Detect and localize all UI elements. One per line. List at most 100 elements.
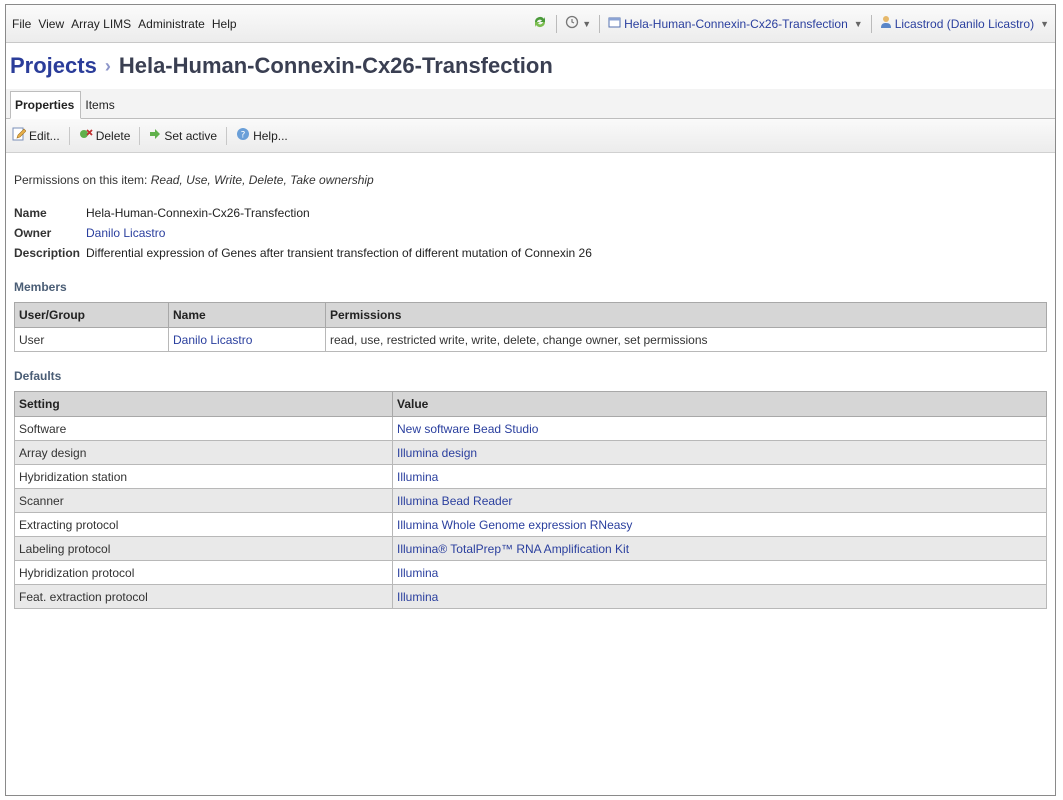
member-name-link[interactable]: Danilo Licastro: [173, 333, 252, 347]
table-row: Hybridization protocol Illumina: [14, 560, 1047, 585]
value-link[interactable]: Illumina design: [397, 446, 477, 460]
chevron-right-icon: ›: [104, 55, 111, 76]
menu-view[interactable]: View: [38, 17, 64, 31]
table-row: Feat. extraction protocol Illumina: [14, 584, 1047, 609]
members-table: User/Group Name Permissions User Danilo …: [14, 302, 1047, 352]
members-header-row: User/Group Name Permissions: [14, 302, 1047, 328]
setting-cell: Software: [14, 416, 393, 441]
help-icon: ?: [236, 127, 250, 144]
table-row: User Danilo Licastro read, use, restrict…: [14, 327, 1047, 352]
set-active-label: Set active: [164, 128, 218, 143]
chevron-down-icon: ▼: [853, 18, 863, 29]
setting-cell: Labeling protocol: [14, 536, 393, 561]
value-link[interactable]: Illumina: [397, 590, 438, 604]
defaults-header-row: Setting Value: [14, 391, 1047, 417]
table-row: Extracting protocol Illumina Whole Genom…: [14, 512, 1047, 537]
table-row: Scanner Illumina Bead Reader: [14, 488, 1047, 513]
menu-array-lims[interactable]: Array LIMS: [71, 17, 131, 31]
owner-link[interactable]: Danilo Licastro: [86, 226, 165, 240]
property-row: Description Differential expression of G…: [14, 243, 596, 263]
name-value: Hela-Human-Connexin-Cx26-Transfection: [86, 206, 310, 220]
toolbar-separator: [68, 126, 70, 145]
col-user-group[interactable]: User/Group: [14, 302, 169, 328]
menu-help[interactable]: Help: [212, 17, 237, 31]
value-link[interactable]: Illumina® TotalPrep™ RNA Amplification K…: [397, 542, 629, 556]
help-label: Help...: [253, 128, 288, 143]
name-label: Name: [14, 206, 47, 220]
active-project-selector[interactable]: Hela-Human-Connexin-Cx26-Transfection ▼: [608, 16, 863, 32]
property-row: Name Hela-Human-Connexin-Cx26-Transfecti…: [14, 203, 596, 223]
arrow-right-icon: [149, 128, 161, 143]
user-menu[interactable]: Licastrod (Danilo Licastro) ▼: [880, 15, 1049, 32]
toolbar-separator: [139, 126, 141, 145]
toolbar-separator: [226, 126, 228, 145]
defaults-table: Setting Value Software New software Bead…: [14, 391, 1047, 609]
setting-cell: Feat. extraction protocol: [14, 584, 393, 609]
property-row: Owner Danilo Licastro: [14, 223, 596, 243]
table-row: Labeling protocol Illumina® TotalPrep™ R…: [14, 536, 1047, 561]
value-link[interactable]: New software Bead Studio: [397, 422, 538, 436]
edit-icon: [12, 127, 27, 144]
menu-administrate[interactable]: Administrate: [138, 17, 205, 31]
refresh-icon[interactable]: [532, 14, 548, 33]
setting-cell: Scanner: [14, 488, 393, 513]
col-setting[interactable]: Setting: [14, 391, 393, 417]
defaults-heading: Defaults: [14, 369, 62, 383]
permissions-value: Read, Use, Write, Delete, Take ownership: [150, 173, 374, 187]
edit-label: Edit...: [29, 128, 60, 143]
member-permissions: read, use, restricted write, write, dele…: [325, 327, 1047, 352]
menu-file[interactable]: File: [12, 17, 31, 31]
table-row: Hybridization station Illumina: [14, 464, 1047, 489]
menubar-separator: [556, 14, 558, 33]
breadcrumb-projects[interactable]: Projects: [10, 53, 97, 79]
table-row: Software New software Bead Studio: [14, 416, 1047, 441]
tab-properties[interactable]: Properties: [10, 91, 82, 119]
value-link[interactable]: Illumina: [397, 566, 438, 580]
value-link[interactable]: Illumina Whole Genome expression RNeasy: [397, 518, 632, 532]
delete-button[interactable]: Delete: [77, 125, 133, 146]
setting-cell: Extracting protocol: [14, 512, 393, 537]
description-value: Differential expression of Genes after t…: [86, 246, 592, 260]
value-link[interactable]: Illumina: [397, 470, 438, 484]
chevron-down-icon: ▼: [1040, 18, 1049, 29]
col-name[interactable]: Name: [168, 302, 326, 328]
members-heading: Members: [14, 280, 67, 294]
delete-label: Delete: [95, 128, 131, 143]
menubar-separator: [870, 14, 872, 33]
setting-cell: Array design: [14, 440, 393, 465]
col-permissions[interactable]: Permissions: [325, 302, 1047, 328]
setting-cell: Hybridization station: [14, 464, 393, 489]
delete-icon: [79, 127, 93, 144]
menubar: File View Array LIMS Administrate Help ▼…: [6, 5, 1055, 43]
page-title: Projects › Hela-Human-Connexin-Cx26-Tran…: [6, 43, 1055, 89]
permissions-line: Permissions on this item: Read, Use, Wri…: [14, 173, 1047, 187]
main-content: Permissions on this item: Read, Use, Wri…: [6, 173, 1055, 609]
setting-cell: Hybridization protocol: [14, 560, 393, 585]
recent-items-button[interactable]: ▼: [565, 15, 591, 32]
set-active-button[interactable]: Set active: [147, 126, 219, 145]
menubar-separator: [599, 14, 601, 33]
menubar-right: ▼ Hela-Human-Connexin-Cx26-Transfection …: [532, 14, 1049, 33]
tab-bar: Properties Items: [6, 89, 1055, 119]
permissions-label: Permissions on this item:: [14, 173, 148, 187]
description-label: Description: [14, 246, 81, 260]
table-row: Array design Illumina design: [14, 440, 1047, 465]
app-window: File View Array LIMS Administrate Help ▼…: [5, 4, 1056, 796]
owner-label: Owner: [14, 226, 52, 240]
tab-items[interactable]: Items: [81, 92, 120, 118]
project-icon: [608, 16, 621, 32]
value-link[interactable]: Illumina Bead Reader: [397, 494, 512, 508]
user-icon: [880, 15, 892, 32]
edit-button[interactable]: Edit...: [10, 125, 62, 146]
svg-text:?: ?: [241, 131, 246, 141]
active-project-name: Hela-Human-Connexin-Cx26-Transfection: [624, 16, 848, 31]
help-button[interactable]: ? Help...: [234, 125, 290, 146]
member-type: User: [14, 327, 169, 352]
user-name: Licastrod (Danilo Licastro): [894, 16, 1035, 31]
chevron-down-icon: ▼: [582, 18, 592, 29]
properties-table: Name Hela-Human-Connexin-Cx26-Transfecti…: [14, 203, 596, 263]
page-title-text: Hela-Human-Connexin-Cx26-Transfection: [118, 53, 553, 78]
toolbar: Edit... Delete Set active ? Help...: [6, 119, 1055, 153]
col-value[interactable]: Value: [392, 391, 1047, 417]
clock-icon: [565, 15, 579, 32]
